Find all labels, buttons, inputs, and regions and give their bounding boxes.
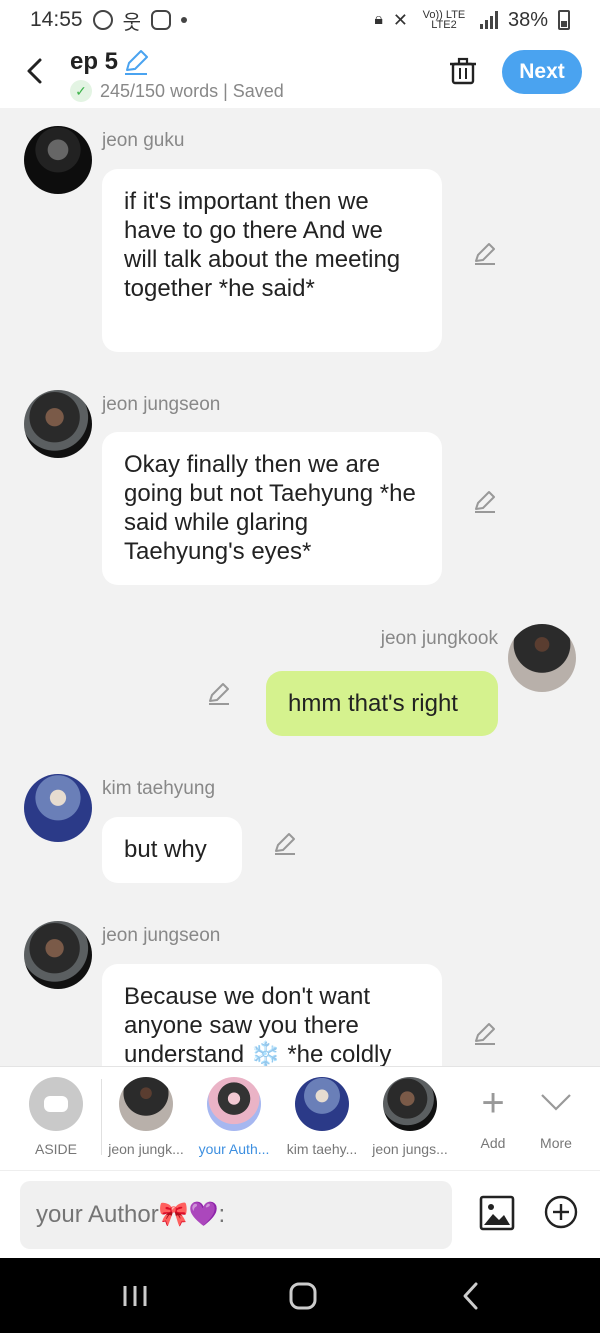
character-selector: ASIDE jeon jungk... your Auth... kim tae… <box>0 1066 600 1170</box>
character-avatar <box>207 1077 261 1131</box>
aside-icon <box>29 1077 83 1131</box>
more-notifications-icon <box>180 17 187 23</box>
battery-text: 38% <box>507 8 548 31</box>
character-kim-taehyung[interactable]: kim taehy... <box>277 1077 367 1157</box>
avatar-kim-taehyung[interactable] <box>24 774 92 842</box>
message-input[interactable] <box>20 1181 452 1249</box>
next-button[interactable]: Next <box>502 50 582 94</box>
edit-message-pencil-icon[interactable] <box>206 680 232 706</box>
character-avatar <box>295 1077 349 1131</box>
status-time: 14:55 <box>30 8 83 31</box>
avatar-jeon-jungseon[interactable] <box>24 390 92 458</box>
character-avatar <box>119 1077 173 1131</box>
avatar-jeon-jungseon[interactable] <box>24 921 92 989</box>
plus-icon: + <box>481 1081 505 1125</box>
instagram-notification-icon <box>150 10 171 30</box>
settings-notification-icon <box>92 10 113 30</box>
character-jeon-jungkook[interactable]: jeon jungk... <box>101 1077 191 1157</box>
edit-title-pencil-icon[interactable] <box>122 48 150 76</box>
message-bubble[interactable]: Because we don't want anyone saw you the… <box>102 964 442 1066</box>
status-bar: 14:55 웃 🔒︎ ✕ Vo)) LTE LTE2 38% <box>0 0 600 40</box>
message-input-bar <box>0 1170 600 1258</box>
edit-message-pencil-icon[interactable] <box>472 1020 498 1046</box>
sender-name: jeon jungseon <box>102 925 221 946</box>
character-label: jeon jungs... <box>372 1141 448 1157</box>
signal-icon <box>479 11 498 29</box>
sender-name: jeon jungseon <box>102 394 221 415</box>
edit-message-pencil-icon[interactable] <box>472 488 498 514</box>
edit-message-pencil-icon[interactable] <box>272 830 298 856</box>
message-bubble[interactable]: but why <box>102 817 242 883</box>
more-label: More <box>540 1135 572 1151</box>
sender-name: kim taehyung <box>102 778 216 799</box>
message-bubble[interactable]: if it's important then we have to go the… <box>102 169 442 352</box>
back-arrow-icon[interactable] <box>22 56 48 86</box>
recent-apps-icon[interactable] <box>115 1280 155 1312</box>
add-character-button[interactable]: + Add <box>462 1081 524 1151</box>
character-jeon-jungseon[interactable]: jeon jungs... <box>365 1077 455 1157</box>
saved-check-icon: ✓ <box>70 80 92 102</box>
episode-title[interactable]: ep 5 <box>70 48 118 76</box>
home-icon[interactable] <box>283 1280 323 1312</box>
word-count-text: 245/150 words | Saved <box>100 80 284 101</box>
system-navigation-bar <box>0 1258 600 1333</box>
back-icon[interactable] <box>452 1280 492 1312</box>
avatar-jeon-jungkook[interactable] <box>508 624 576 692</box>
add-circle-icon[interactable] <box>544 1195 578 1229</box>
word-count-status: ✓ 245/150 words | Saved <box>70 80 284 102</box>
character-avatar <box>383 1077 437 1131</box>
trash-icon[interactable] <box>448 56 478 86</box>
character-label: ASIDE <box>34 1141 77 1157</box>
character-label: kim taehy... <box>286 1141 358 1157</box>
more-button[interactable]: More <box>525 1081 587 1151</box>
mute-icon: ✕ <box>392 9 408 30</box>
own-message-bubble[interactable]: hmm that's right <box>266 671 498 736</box>
sender-name: jeon jungkook <box>380 628 498 649</box>
edit-message-pencil-icon[interactable] <box>472 240 498 266</box>
character-label: your Auth... <box>198 1141 270 1157</box>
editor-header: ep 5 ✓ 245/150 words | Saved Next <box>0 40 600 108</box>
lock-icon: 🔒︎ <box>374 11 383 28</box>
add-label: Add <box>480 1135 506 1151</box>
image-icon[interactable] <box>479 1195 515 1231</box>
chevron-down-icon <box>541 1094 571 1111</box>
network-label: Vo)) LTE LTE2 <box>422 9 466 31</box>
character-aside[interactable]: ASIDE <box>11 1077 101 1157</box>
chat-area[interactable]: jeon guku if it's important then we have… <box>0 108 600 1066</box>
person-notification-icon: 웃 <box>122 11 141 34</box>
character-your-author[interactable]: your Auth... <box>189 1077 279 1157</box>
message-bubble[interactable]: Okay finally then we are going but not T… <box>102 432 442 585</box>
character-label: jeon jungk... <box>108 1141 184 1157</box>
sender-name: jeon guku <box>102 130 185 151</box>
battery-icon <box>558 10 570 30</box>
avatar-jeon-guku[interactable] <box>24 126 92 194</box>
